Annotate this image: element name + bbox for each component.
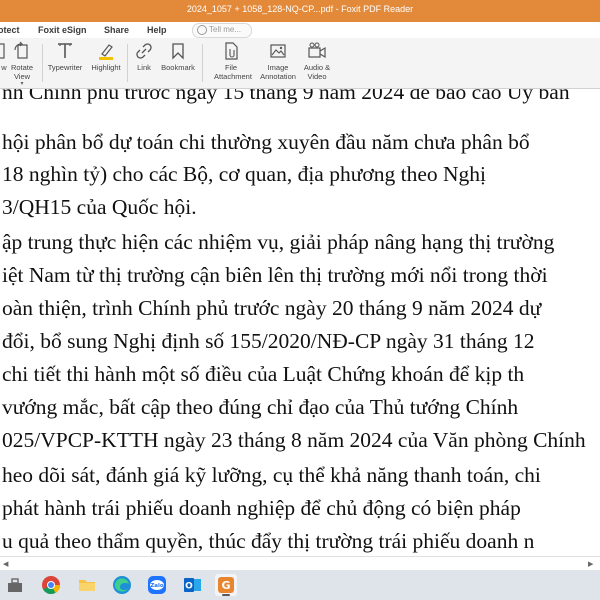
document-line: iệt Nam từ thị trường cận biên lên thị t… (2, 263, 548, 287)
file-attachment-button[interactable]: File Attachment (206, 41, 256, 81)
taskbar-file-explorer[interactable] (4, 574, 26, 596)
foxit-icon: G (218, 577, 234, 593)
audio-video-button[interactable]: Audio & Video (300, 41, 334, 81)
link-button[interactable]: Link (131, 41, 157, 72)
menu-bar: otect Foxit eSign Share Help Tell me... (0, 22, 600, 38)
file-attachment-icon (225, 42, 238, 60)
taskbar-edge[interactable] (111, 574, 133, 596)
image-annotation-label: Image Annotation (260, 63, 296, 81)
rotate-view-button[interactable]: Rotate View ▾ (8, 41, 36, 87)
chevron-down-icon: ▾ (20, 81, 24, 87)
bookmark-button[interactable]: Bookmark (158, 41, 198, 72)
active-app-indicator (222, 594, 230, 596)
scroll-right-button[interactable]: ▶ (588, 560, 593, 568)
taskbar-zalo[interactable]: Zalo (146, 574, 168, 596)
taskbar-outlook[interactable]: O (181, 574, 203, 596)
highlight-label: Highlight (91, 63, 121, 72)
image-annotation-button[interactable]: Image Annotation (256, 41, 300, 81)
document-line: u quả theo thẩm quyền, thúc đẩy thị trườ… (2, 529, 535, 553)
link-label: Link (137, 63, 151, 72)
tell-me-placeholder: Tell me... (209, 25, 242, 34)
taskbar-folder[interactable] (76, 574, 98, 596)
document-line: oàn thiện, trình Chính phủ trước ngày 20… (2, 296, 542, 320)
file-attachment-label: File Attachment (214, 63, 252, 81)
bookmark-label: Bookmark (161, 63, 195, 72)
typewriter-label: Typewriter (47, 63, 83, 72)
highlight-icon (99, 44, 113, 60)
document-line: phát hành trái phiếu doanh nghiệp để chủ… (2, 496, 521, 520)
menu-protect[interactable]: otect (0, 25, 20, 35)
menu-help[interactable]: Help (147, 25, 167, 35)
document-line: 025/VPCP-KTTH ngày 23 tháng 8 năm 2024 c… (2, 428, 586, 452)
image-annotation-icon (270, 44, 286, 58)
zalo-logo-text: Zalo (150, 583, 164, 589)
ribbon-separator (42, 44, 43, 82)
document-line: hội phân bổ dự toán chi thường xuyên đầu… (2, 130, 530, 154)
highlight-button[interactable]: Highlight (88, 41, 124, 72)
document-line: ập trung thực hiện các nhiệm vụ, giải ph… (2, 230, 555, 254)
rotate-view-icon (14, 41, 28, 59)
outlook-icon: O (184, 578, 201, 592)
ribbon-separator (202, 44, 203, 82)
taskbar-foxit[interactable]: G (215, 574, 237, 596)
audio-video-icon (308, 42, 326, 59)
menu-foxit-esign[interactable]: Foxit eSign (38, 25, 87, 35)
pdf-document-view[interactable]: nh Chính phủ trước ngày 15 tháng 9 năm 2… (0, 89, 600, 556)
foxit-logo-text: G (221, 579, 230, 592)
document-line: vướng mắc, bất cập theo đúng chỉ đạo của… (2, 395, 519, 419)
horizontal-scrollbar[interactable]: ◀ ▶ (0, 556, 600, 571)
window-title: 2024_1057 + 1058_128-NQ-CP...pdf - Foxit… (186, 4, 414, 14)
bookmark-icon (172, 43, 184, 60)
lightbulb-icon (197, 25, 207, 35)
typewriter-icon (58, 43, 72, 58)
document-line: đổi, bổ sung Nghị định số 155/2020/NĐ-CP… (2, 329, 535, 353)
taskbar: Zalo O G (0, 570, 600, 600)
outlook-logo-text: O (185, 582, 193, 592)
zalo-icon: Zalo (148, 576, 166, 594)
document-line: chi tiết thi hành một số điều của Luật C… (2, 362, 525, 386)
scroll-left-button[interactable]: ◀ (3, 560, 8, 568)
folder-icon (79, 580, 95, 591)
taskbar-chrome[interactable] (40, 574, 62, 596)
document-line: nh Chính phủ trước ngày 15 tháng 9 năm 2… (2, 89, 570, 104)
ribbon-toolbar: w Rotate View ▾ Typewriter Highlight Lin… (0, 38, 600, 89)
rotate-view-label: Rotate View (10, 63, 34, 81)
audio-video-label: Audio & Video (303, 63, 331, 81)
document-line: heo dõi sát, đánh giá kỹ lưỡng, cụ thể k… (2, 463, 541, 487)
document-line: 3/QH15 của Quốc hội. (2, 195, 197, 219)
chrome-icon (42, 576, 60, 595)
link-icon (136, 43, 152, 59)
title-bar: 2024_1057 + 1058_128-NQ-CP...pdf - Foxit… (0, 0, 600, 22)
typewriter-button[interactable]: Typewriter (45, 41, 85, 72)
edge-icon (113, 576, 131, 594)
file-explorer-icon (8, 578, 22, 592)
ribbon-separator (127, 44, 128, 82)
menu-share[interactable]: Share (104, 25, 129, 35)
tell-me-search[interactable]: Tell me... (192, 23, 252, 38)
document-line: 18 nghìn tỷ) cho các Bộ, cơ quan, địa ph… (2, 162, 487, 186)
